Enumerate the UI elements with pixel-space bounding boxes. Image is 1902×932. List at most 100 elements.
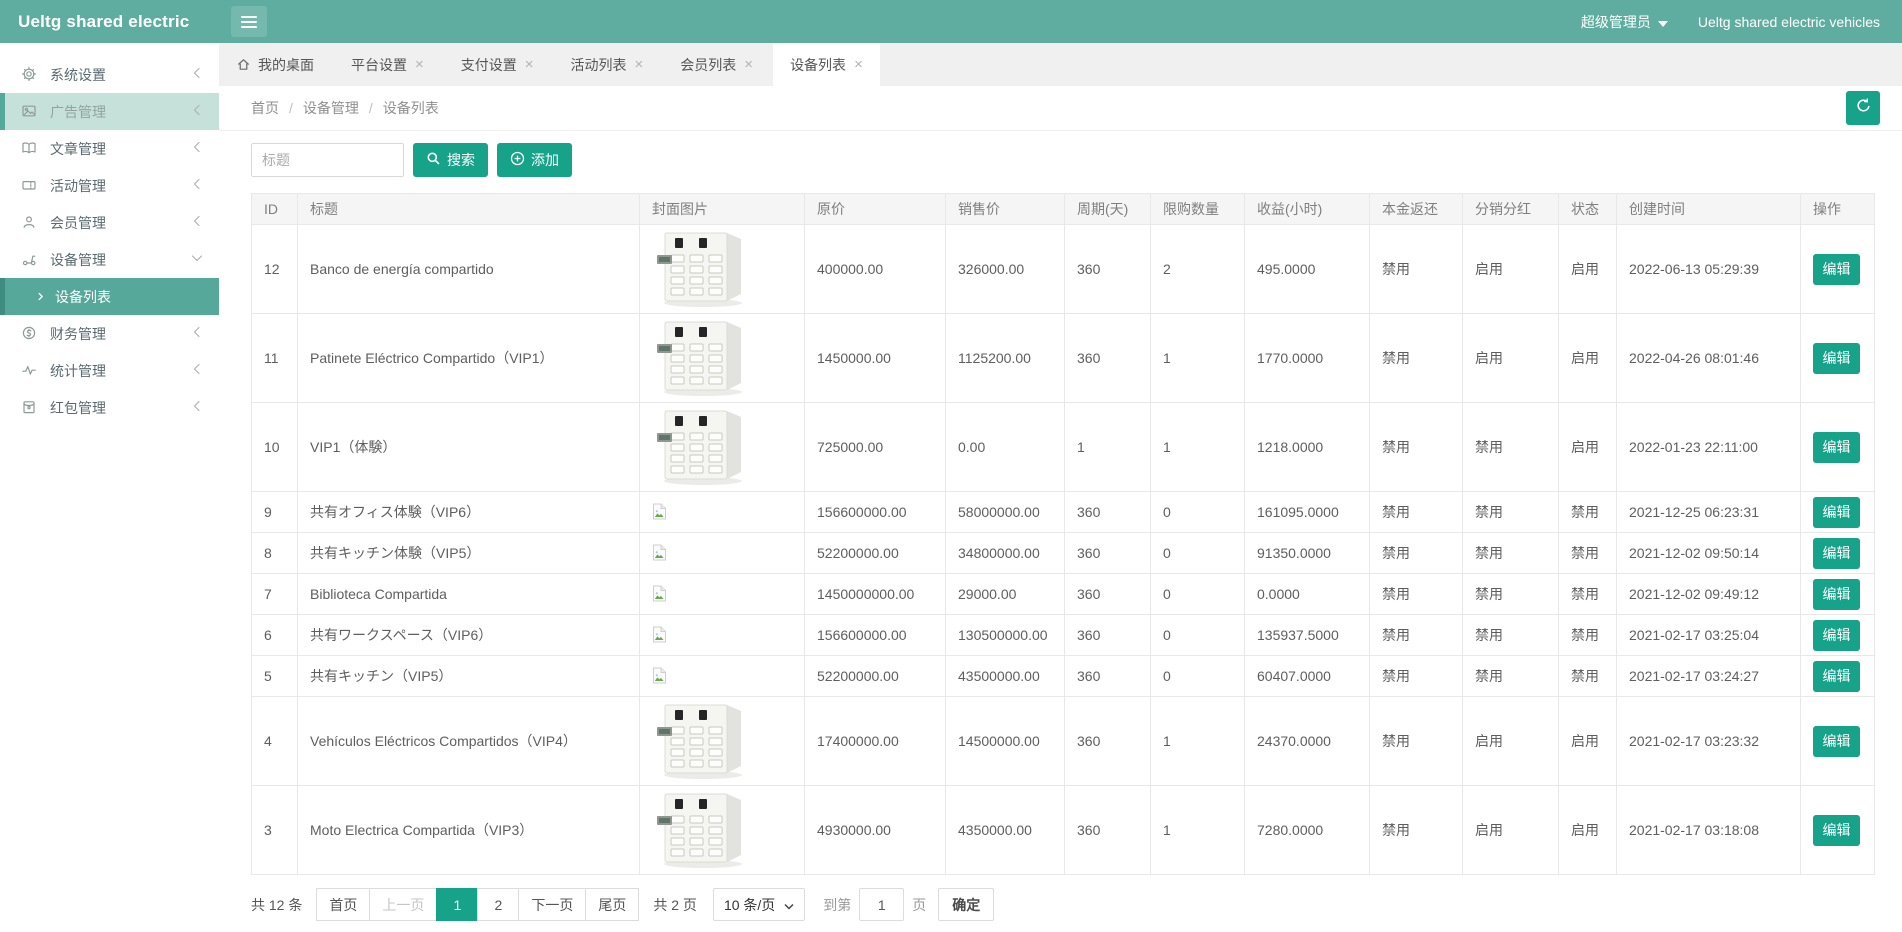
goto-page-input[interactable]	[859, 888, 904, 921]
cell-purchase-limit: 0	[1151, 492, 1245, 533]
sidebar-subitem-device-list[interactable]: 设备列表	[0, 278, 219, 315]
cell-original-price: 4930000.00	[805, 786, 946, 875]
admin-label: 超级管理员	[1581, 12, 1651, 32]
sidebar-item-redpacket-management[interactable]: 红包管理	[0, 389, 219, 426]
cell-income: 1218.0000	[1245, 403, 1370, 492]
sidebar-menu: 系统设置广告管理文章管理活动管理会员管理设备管理设备列表财务管理统计管理红包管理	[0, 56, 219, 426]
next-page-button[interactable]: 下一页	[518, 888, 586, 921]
close-icon[interactable]: ×	[744, 57, 753, 72]
refresh-button[interactable]	[1846, 91, 1880, 125]
close-icon[interactable]: ×	[854, 57, 863, 72]
admin-dropdown[interactable]: 超级管理员	[1581, 12, 1668, 32]
product-image	[652, 229, 754, 309]
cell-created-time: 2021-02-17 03:25:04	[1617, 615, 1801, 656]
sidebar-item-activity-management[interactable]: 活动管理	[0, 167, 219, 204]
column-header: 限购数量	[1151, 194, 1245, 225]
cell-original-price: 1450000000.00	[805, 574, 946, 615]
sidebar-item-article-management[interactable]: 文章管理	[0, 130, 219, 167]
tab-label: 平台设置	[351, 55, 407, 75]
tab-platform-settings[interactable]: 平台设置 ×	[334, 43, 441, 86]
edit-button[interactable]: 编辑	[1813, 815, 1860, 846]
breadcrumb-link[interactable]: 首页	[251, 98, 279, 118]
cell-action: 编辑	[1801, 492, 1875, 533]
device-icon	[21, 251, 38, 268]
first-page-button[interactable]: 首页	[316, 888, 370, 921]
tab-activity-list[interactable]: 活动列表×	[554, 43, 661, 86]
edit-button[interactable]: 编辑	[1813, 254, 1860, 285]
product-image	[652, 407, 754, 487]
edit-button[interactable]: 编辑	[1813, 497, 1860, 528]
sidebar-item-system-settings[interactable]: 系统设置	[0, 56, 219, 93]
cell-sale-price: 29000.00	[946, 574, 1065, 615]
sidebar-item-device-management[interactable]: 设备管理	[0, 241, 219, 278]
book-icon	[21, 140, 38, 157]
sidebar-item-finance-management[interactable]: 财务管理	[0, 315, 219, 352]
page-2-button[interactable]: 2	[477, 888, 519, 921]
edit-button[interactable]: 编辑	[1813, 620, 1860, 651]
tab-payment-settings[interactable]: 支付设置×	[444, 43, 551, 86]
toolbar: 搜索 添加	[251, 143, 1874, 177]
edit-button[interactable]: 编辑	[1813, 432, 1860, 463]
breadcrumb-link[interactable]: 设备管理	[303, 98, 359, 118]
cell-sale-price: 0.00	[946, 403, 1065, 492]
close-icon[interactable]: ×	[635, 57, 644, 72]
column-header: 分销分红	[1463, 194, 1559, 225]
table-row: 8共有キッチン体験（VIP5） 52200000.0034800000.0036…	[252, 533, 1875, 574]
broken-image-icon	[652, 585, 670, 603]
cell-id: 11	[252, 314, 298, 403]
product-image	[652, 318, 754, 398]
top-bar: Ueltg shared electric 超级管理员 Ueltg shared…	[0, 0, 1902, 43]
cell-principal-return: 禁用	[1370, 656, 1463, 697]
page-size-select[interactable]: 10 条/页	[713, 888, 805, 921]
sidebar-item-stats-management[interactable]: 统计管理	[0, 352, 219, 389]
cell-sale-price: 43500000.00	[946, 656, 1065, 697]
edit-button[interactable]: 编辑	[1813, 726, 1860, 757]
cell-cover-image	[640, 656, 805, 697]
tab-label: 设备列表	[790, 55, 846, 75]
cell-original-price: 156600000.00	[805, 615, 946, 656]
device-table: ID标题封面图片原价销售价周期(天)限购数量收益(小时)本金返还分销分红状态创建…	[251, 193, 1875, 875]
add-button[interactable]: 添加	[497, 143, 572, 177]
cell-distribution-dividend: 禁用	[1463, 533, 1559, 574]
cell-purchase-limit: 0	[1151, 533, 1245, 574]
close-icon[interactable]: ×	[525, 57, 534, 72]
cell-income: 91350.0000	[1245, 533, 1370, 574]
cell-principal-return: 禁用	[1370, 574, 1463, 615]
sidebar-item-ad-management[interactable]: 广告管理	[0, 93, 219, 130]
tab-device-list[interactable]: 设备列表 ×	[773, 43, 880, 86]
edit-button[interactable]: 编辑	[1813, 661, 1860, 692]
sidebar: 系统设置广告管理文章管理活动管理会员管理设备管理设备列表财务管理统计管理红包管理	[0, 43, 219, 932]
last-page-button[interactable]: 尾页	[585, 888, 639, 921]
cell-income: 1770.0000	[1245, 314, 1370, 403]
app-window: Ueltg shared electric 超级管理员 Ueltg shared…	[0, 0, 1902, 932]
cell-period: 360	[1065, 574, 1151, 615]
column-header: 封面图片	[640, 194, 805, 225]
home-icon	[236, 57, 251, 72]
cell-action: 编辑	[1801, 533, 1875, 574]
edit-button[interactable]: 编辑	[1813, 538, 1860, 569]
column-header: 销售价	[946, 194, 1065, 225]
cell-created-time: 2021-12-02 09:50:14	[1617, 533, 1801, 574]
search-input[interactable]	[251, 143, 404, 177]
cell-income: 0.0000	[1245, 574, 1370, 615]
cell-action: 编辑	[1801, 403, 1875, 492]
table-row: 12Banco de energía compartido 400000.003…	[252, 225, 1875, 314]
tab-member-list[interactable]: 会员列表×	[663, 43, 770, 86]
cell-distribution-dividend: 禁用	[1463, 656, 1559, 697]
edit-button[interactable]: 编辑	[1813, 343, 1860, 374]
page-1-button[interactable]: 1	[436, 888, 478, 921]
tab-my-desktop[interactable]: 我的桌面	[219, 43, 331, 86]
column-header: 收益(小时)	[1245, 194, 1370, 225]
sidebar-item-member-management[interactable]: 会员管理	[0, 204, 219, 241]
hamburger-menu-icon[interactable]	[231, 6, 267, 37]
cell-cover-image	[640, 615, 805, 656]
cell-title: VIP1（体験）	[298, 403, 640, 492]
column-header: 操作	[1801, 194, 1875, 225]
cell-id: 9	[252, 492, 298, 533]
pagination: 共 12 条 首页上一页12下一页尾页 共 2 页 10 条/页 到第 页 确定	[251, 888, 1874, 921]
chevron-left-icon	[189, 176, 205, 195]
close-icon[interactable]: ×	[415, 57, 424, 72]
search-button[interactable]: 搜索	[413, 143, 488, 177]
confirm-button[interactable]: 确定	[938, 888, 994, 921]
edit-button[interactable]: 编辑	[1813, 579, 1860, 610]
